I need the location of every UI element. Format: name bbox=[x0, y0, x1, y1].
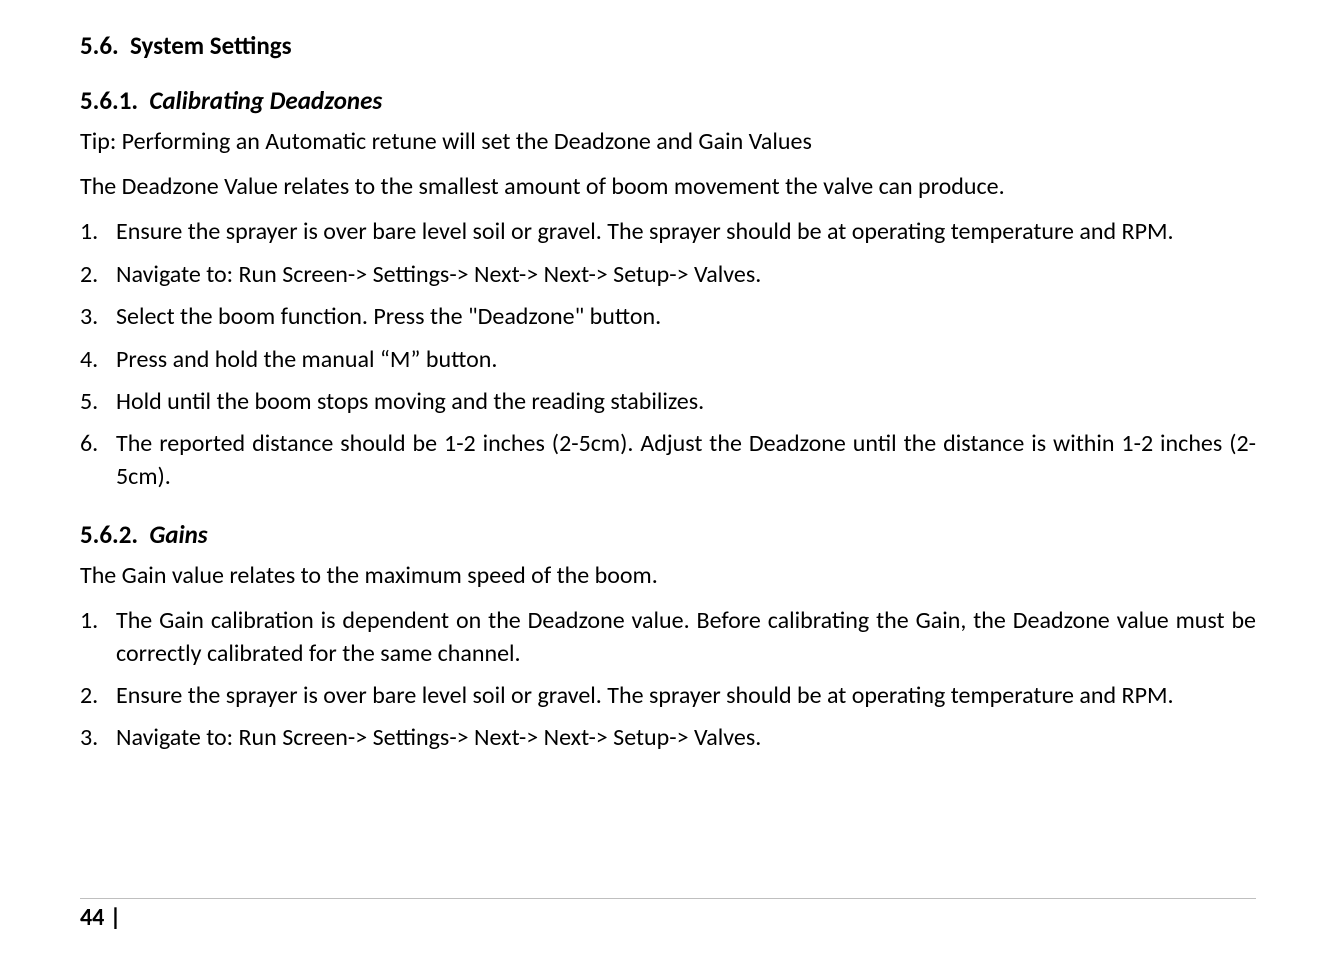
list-num: 2. bbox=[80, 680, 98, 712]
steps-list-2: 1. The Gain calibration is dependent on t… bbox=[80, 605, 1256, 755]
section-number: 5.6. bbox=[80, 30, 119, 61]
list-item: 1. Ensure the sprayer is over bare level … bbox=[80, 216, 1256, 248]
list-item: 3. Select the boom function. Press the "D… bbox=[80, 301, 1256, 333]
subsection-title: Gains bbox=[149, 519, 207, 550]
list-item: 2. Navigate to: Run Screen-> Settings-> N… bbox=[80, 259, 1256, 291]
tip-text: Tip: Performing an Automatic retune will… bbox=[80, 126, 1256, 157]
list-num: 1. bbox=[80, 216, 98, 248]
subsection-number: 5.6.1. bbox=[80, 85, 138, 116]
list-item-text: The reported distance should be 1-2 inch… bbox=[116, 429, 1256, 490]
steps-list-1: 1. Ensure the sprayer is over bare level … bbox=[80, 216, 1256, 493]
intro-text-1: The Deadzone Value relates to the smalle… bbox=[80, 171, 1256, 202]
list-item-text: Ensure the sprayer is over bare level so… bbox=[116, 681, 1174, 710]
list-num: 3. bbox=[80, 301, 98, 333]
list-num: 3. bbox=[80, 722, 98, 754]
section-title: System Settings bbox=[130, 30, 292, 61]
section-heading: 5.6. System Settings bbox=[80, 30, 1256, 61]
list-item-text: Hold until the boom stops moving and the… bbox=[116, 387, 704, 416]
subsection-heading-1: 5.6.1. Calibrating Deadzones bbox=[80, 85, 1256, 116]
list-item-text: The Gain calibration is dependent on the… bbox=[116, 606, 1256, 667]
list-num: 6. bbox=[80, 428, 98, 460]
list-item-text: Press and hold the manual “M” button. bbox=[116, 345, 497, 374]
list-item-text: Navigate to: Run Screen-> Settings-> Nex… bbox=[116, 260, 761, 289]
list-item-text: Select the boom function. Press the "Dea… bbox=[116, 302, 661, 331]
subsection-heading-2: 5.6.2. Gains bbox=[80, 519, 1256, 550]
list-num: 4. bbox=[80, 344, 98, 376]
subsection-number: 5.6.2. bbox=[80, 519, 138, 550]
list-item: 4. Press and hold the manual “M” button. bbox=[80, 344, 1256, 376]
list-item: 5. Hold until the boom stops moving and t… bbox=[80, 386, 1256, 418]
list-item: 2. Ensure the sprayer is over bare level … bbox=[80, 680, 1256, 712]
page-footer: 44 | bbox=[80, 898, 1256, 932]
page-number: 44 | bbox=[80, 903, 121, 932]
list-num: 1. bbox=[80, 605, 98, 637]
list-item: 1. The Gain calibration is dependent on t… bbox=[80, 605, 1256, 670]
subsection-title: Calibrating Deadzones bbox=[149, 85, 382, 116]
list-num: 2. bbox=[80, 259, 98, 291]
list-item: 6. The reported distance should be 1-2 in… bbox=[80, 428, 1256, 493]
list-num: 5. bbox=[80, 386, 98, 418]
list-item-text: Navigate to: Run Screen-> Settings-> Nex… bbox=[116, 723, 761, 752]
list-item: 3. Navigate to: Run Screen-> Settings-> N… bbox=[80, 722, 1256, 754]
list-item-text: Ensure the sprayer is over bare level so… bbox=[116, 217, 1174, 246]
intro-text-2: The Gain value relates to the maximum sp… bbox=[80, 560, 1256, 591]
